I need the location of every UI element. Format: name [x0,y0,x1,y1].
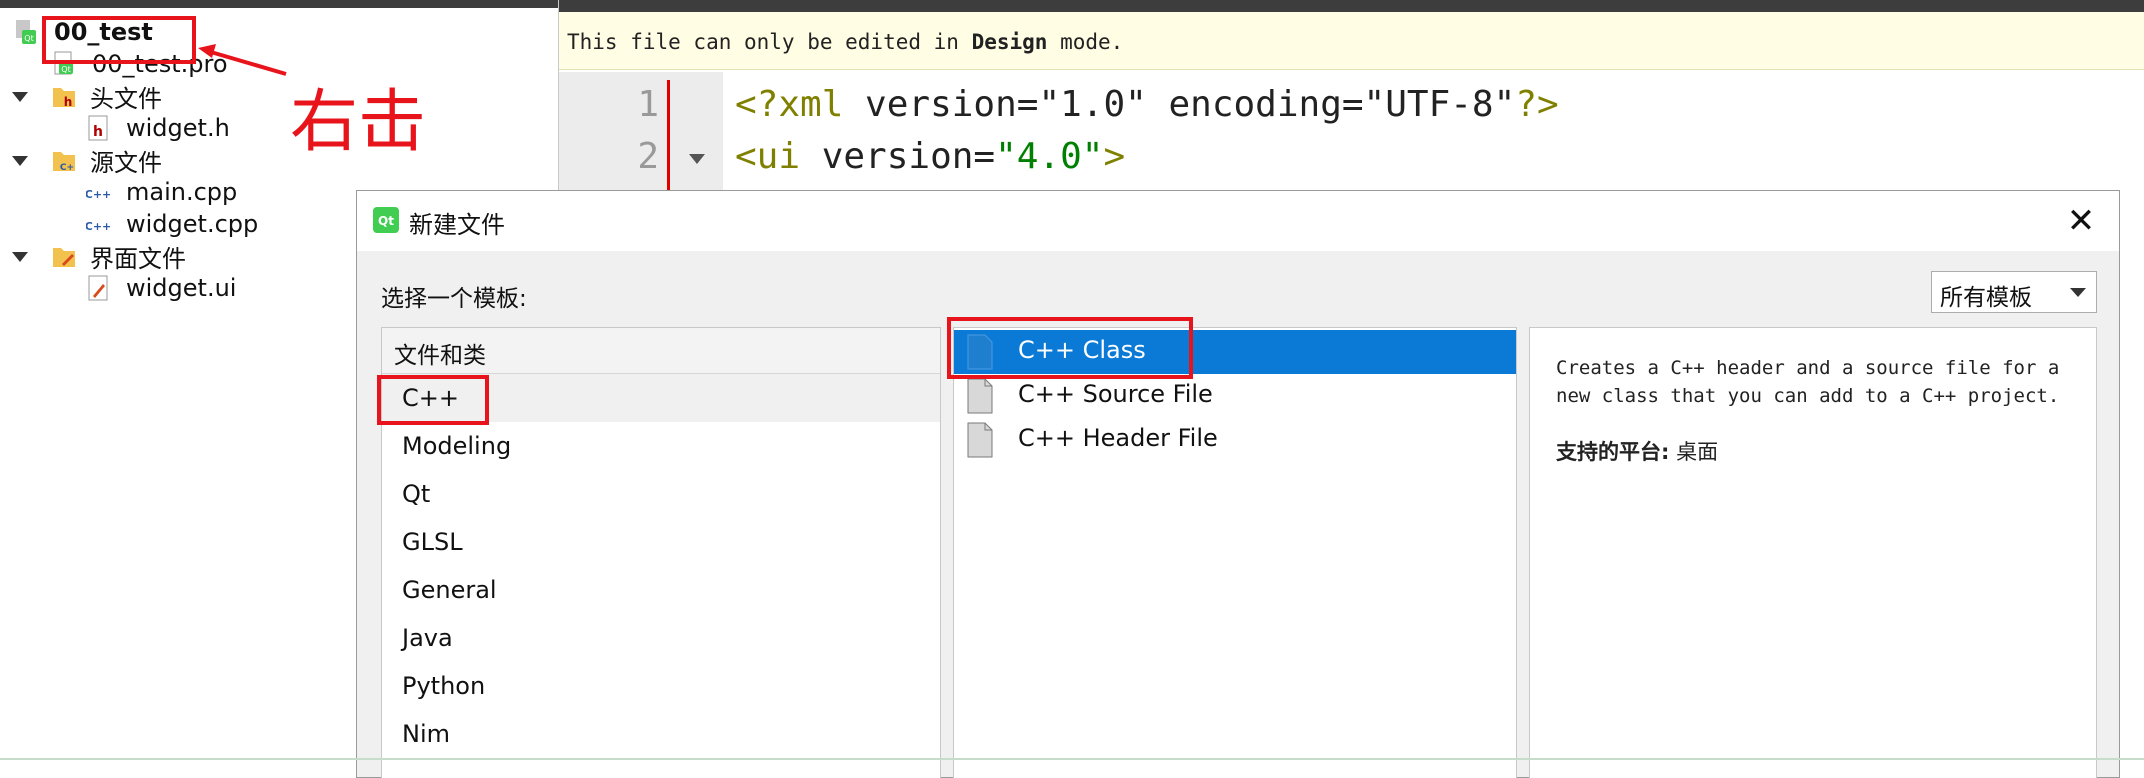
svg-text:h: h [93,124,103,140]
template-item-cpp-source[interactable]: C++ Source File [954,374,1516,418]
category-item-java[interactable]: Java [382,614,940,662]
category-item-modeling[interactable]: Modeling [382,422,940,470]
code-token: <ui [735,136,801,177]
editor-toolbar [559,0,2144,12]
line-number: 1 [637,84,659,125]
svg-text:h: h [64,95,73,109]
tree-item-label: 界面文件 [90,244,186,273]
code-token: version= [800,136,996,177]
category-item-glsl[interactable]: GLSL [382,518,940,566]
svg-text:C+: C+ [60,163,74,173]
fold-arrow-icon[interactable] [689,154,705,164]
tree-item-label: widget.h [126,114,230,142]
cpp-file-icon: C++ [86,188,110,201]
svg-text:Qt: Qt [378,214,394,228]
qt-project-icon: Qt [16,20,36,44]
category-item-nim[interactable]: Nim [382,710,940,758]
status-strip [0,758,2144,760]
template-label: C++ Header File [1018,424,1218,452]
template-description-pane: Creates a C++ header and a source file f… [1529,327,2097,778]
annotation-box-category [377,375,489,425]
category-header: 文件和类 [382,328,940,374]
template-filter-select[interactable]: 所有模板 [1931,271,2097,313]
close-button[interactable]: ✕ [2063,203,2099,239]
choose-template-label: 选择一个模板: [381,286,527,312]
tree-item-label: main.cpp [126,178,238,206]
category-item-python[interactable]: Python [382,662,940,710]
tree-item-label: 头文件 [90,84,162,113]
tree-item-label: widget.ui [126,274,237,302]
svg-text:C++: C++ [86,220,110,233]
file-icon [967,422,993,458]
expand-caret-icon[interactable] [12,156,28,166]
source-folder-icon: C+ [53,152,75,173]
header-folder-icon: h [53,88,75,109]
file-icon [967,378,993,414]
category-item-qt[interactable]: Qt [382,470,940,518]
qt-logo-icon: Qt [373,207,399,233]
annotation-box-template [947,317,1193,379]
code-token: <?xml [735,84,844,125]
code-line-2[interactable]: <ui version="4.0"> [735,136,1125,177]
gutter-marker [667,80,670,192]
annotation-arrow-icon [198,44,287,76]
platform-value: 桌面 [1676,440,1719,464]
dialog-title: 新建文件 [409,211,505,239]
svg-text:C++: C++ [86,188,110,201]
template-item-cpp-header[interactable]: C++ Header File [954,418,1516,462]
code-token: > [1103,136,1126,177]
notice-mode: Design [971,30,1048,54]
svg-text:Qt: Qt [24,34,33,43]
template-list: C++ Class C++ Source File C++ Header Fil… [953,327,1517,778]
filter-value: 所有模板 [1940,285,2032,311]
new-file-dialog: Qt 新建文件 ✕ 选择一个模板: 所有模板 文件和类 C++ Modeling… [356,190,2120,778]
expand-caret-icon[interactable] [12,92,28,102]
category-item-general[interactable]: General [382,566,940,614]
cpp-file-icon: C++ [86,220,110,233]
tree-item-label: 源文件 [90,148,162,177]
template-label: C++ Source File [1018,380,1213,408]
supported-platforms: 支持的平台: 桌面 [1556,436,2072,466]
dialog-titlebar: Qt 新建文件 ✕ [357,191,2119,251]
chevron-down-icon [2070,288,2086,297]
template-description: Creates a C++ header and a source file f… [1556,357,2060,407]
design-mode-notice: This file can only be edited in Design m… [559,12,2144,70]
code-token: ?> [1515,84,1559,125]
form-folder-icon [53,248,75,267]
code-token: version="1.0" encoding="UTF-8" [843,84,1516,125]
platform-label: 支持的平台: [1556,440,1670,464]
annotation-text: 右击 [290,83,427,162]
line-number: 2 [637,136,659,177]
tree-toolbar [0,0,558,8]
notice-text: This file can only be edited in [567,30,972,54]
header-file-icon: h [88,115,108,141]
code-line-1[interactable]: <?xml version="1.0" encoding="UTF-8"?> [735,84,1559,125]
annotation-box-project [42,16,196,64]
expand-caret-icon[interactable] [12,252,28,262]
svg-text:Qt: Qt [61,65,70,74]
code-token: "4.0" [995,136,1104,177]
tree-item-label: widget.cpp [126,210,259,238]
notice-text-end: mode. [1047,30,1124,54]
ui-file-icon [88,275,108,301]
